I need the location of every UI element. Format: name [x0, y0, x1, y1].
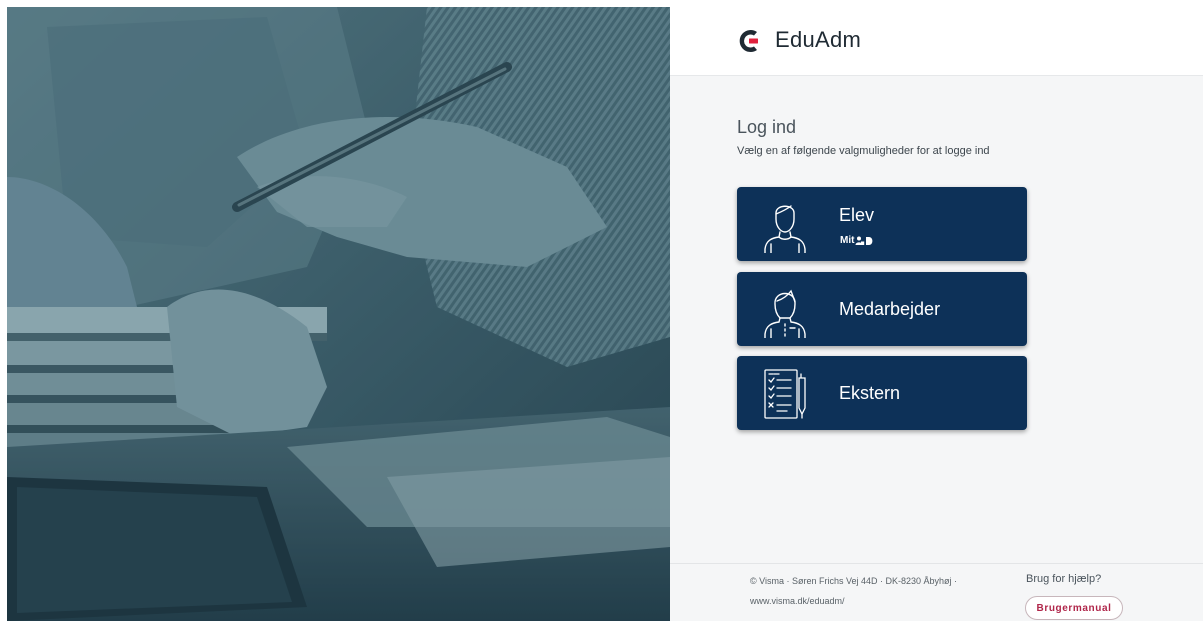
header: EduAdm	[670, 7, 1203, 76]
hero-illustration	[7, 7, 670, 621]
company-website-link[interactable]: www.visma.dk/eduadm/	[750, 596, 845, 606]
login-option-elev[interactable]: Elev Mit	[737, 187, 1027, 261]
login-option-ekstern[interactable]: Ekstern	[737, 356, 1027, 430]
login-subtitle: Vælg en af følgende valgmuligheder for a…	[737, 145, 990, 157]
page: EduAdm Log ind Vælg en af følgende valgm…	[7, 7, 1203, 621]
login-option-label: Elev	[839, 205, 875, 225]
help-prompt: Brug for hjælp?	[1026, 573, 1102, 585]
login-option-label: Medarbejder	[839, 299, 941, 319]
employee-icon	[764, 289, 806, 338]
brand-name: EduAdm	[775, 27, 862, 52]
mitid-logo	[855, 236, 873, 245]
checklist-document-icon	[764, 369, 806, 419]
company-address: © Visma · Søren Frichs Vej 44D · DK-8230…	[750, 576, 958, 586]
login-option-medarbejder[interactable]: Medarbejder	[737, 272, 1027, 346]
eduadm-logo-icon	[739, 30, 758, 52]
login-option-label: Ekstern	[839, 383, 901, 403]
student-icon	[764, 205, 806, 253]
footer: © Visma · Søren Frichs Vej 44D · DK-8230…	[670, 563, 1203, 622]
login-panel: EduAdm Log ind Vælg en af følgende valgm…	[670, 7, 1203, 621]
user-manual-button[interactable]: Brugermanual	[1025, 596, 1123, 620]
hero-photo	[7, 7, 670, 621]
mitid-text: Mit	[840, 235, 855, 246]
page-title: Log ind	[737, 117, 797, 137]
mitid-badge: Mit	[840, 235, 875, 246]
